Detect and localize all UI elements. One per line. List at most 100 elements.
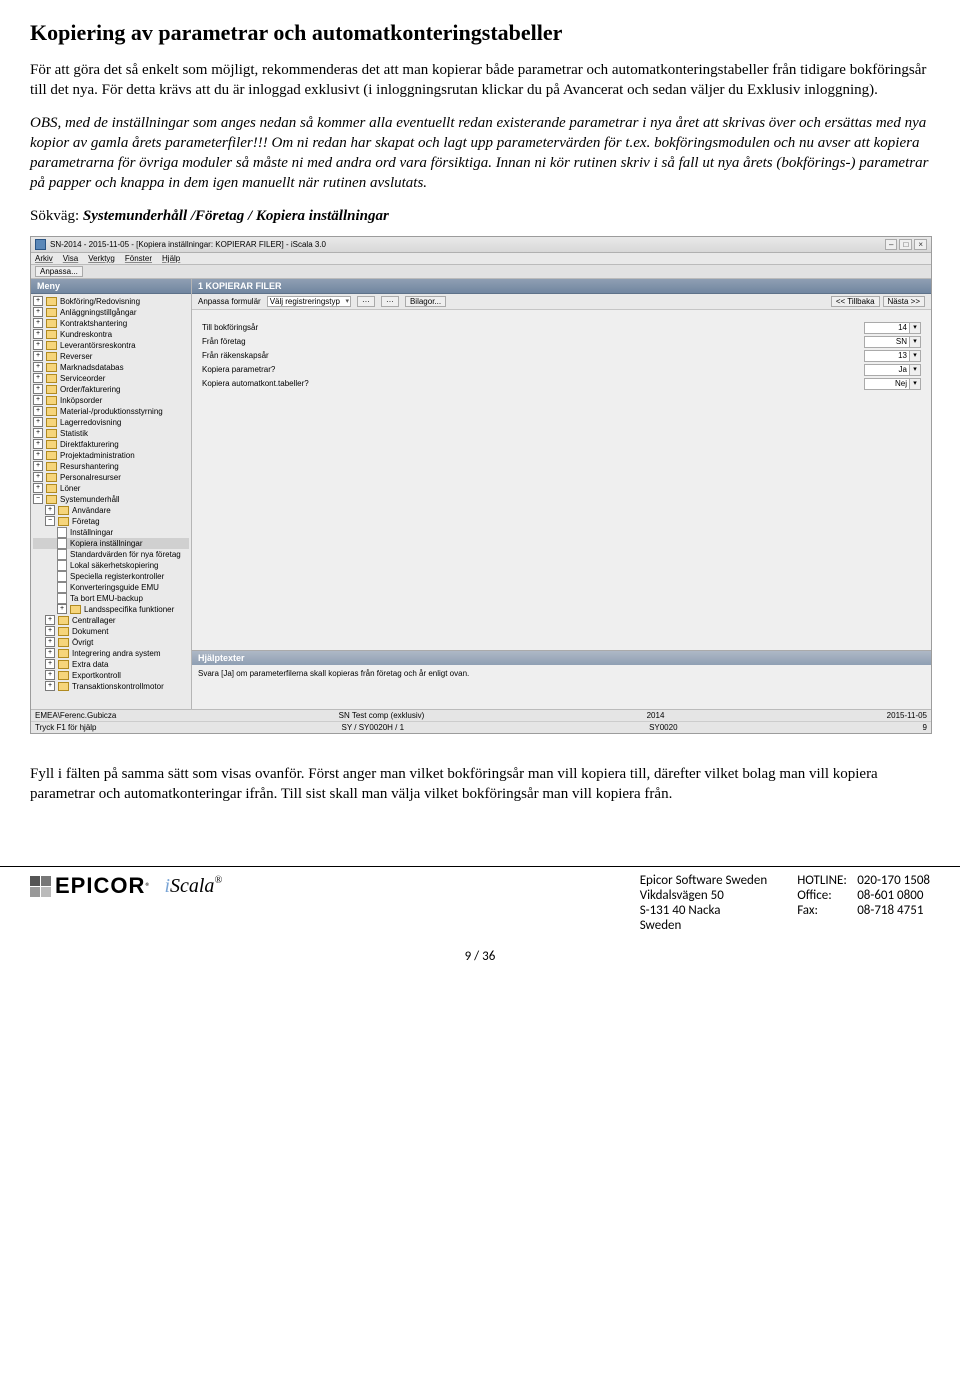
expand-icon[interactable]: + [33,439,43,449]
expand-icon[interactable]: + [33,318,43,328]
expand-icon[interactable]: + [45,505,55,515]
dropdown-icon[interactable]: ▾ [910,378,921,390]
menu-arkiv[interactable]: Arkiv [35,254,53,263]
expand-icon[interactable]: + [33,351,43,361]
form-row: Kopiera automatkont.tabeller?Nej▾ [202,378,921,390]
tree-node[interactable]: Speciella registerkontroller [33,571,189,582]
expand-icon[interactable]: + [33,307,43,317]
field-value[interactable]: SN [864,336,910,348]
maximize-button[interactable]: □ [899,239,912,250]
expand-icon[interactable]: + [33,406,43,416]
tree-node[interactable]: +Projektadministration [33,450,189,461]
expand-icon[interactable]: + [45,681,55,691]
tree-label: Ta bort EMU-backup [70,593,143,604]
tree-node[interactable]: +Inköpsorder [33,395,189,406]
tree-node[interactable]: +Anläggningstillgångar [33,307,189,318]
tree-node[interactable]: +Order/fakturering [33,384,189,395]
folder-icon [46,407,57,416]
expand-icon[interactable]: − [33,494,43,504]
expand-icon[interactable]: + [33,417,43,427]
tool-btn-2[interactable]: ··· [381,296,399,307]
tree-node[interactable]: − Företag [33,516,189,527]
dropdown-icon[interactable]: ▾ [910,364,921,376]
folder-icon [58,616,69,625]
customize-button[interactable]: Anpassa... [35,266,83,277]
field-value[interactable]: 14 [864,322,910,334]
tree-node[interactable]: +Centrallager [33,615,189,626]
close-button[interactable]: × [914,239,927,250]
tree-node[interactable]: +Bokföring/Redovisning [33,296,189,307]
menu-verktyg[interactable]: Verktyg [88,254,115,263]
expand-icon[interactable]: + [45,626,55,636]
epicor-logo-text: EPICOR [55,873,145,899]
expand-icon[interactable]: − [45,516,55,526]
tree-node[interactable]: − Systemunderhåll [33,494,189,505]
expand-icon[interactable]: + [33,296,43,306]
tree-node[interactable]: +Personalresurser [33,472,189,483]
tree-label: Företag [72,516,100,527]
tree-node[interactable]: Ta bort EMU-backup [33,593,189,604]
expand-icon[interactable]: + [33,483,43,493]
expand-icon[interactable]: + [45,648,55,658]
expand-icon[interactable]: + [33,373,43,383]
tree-node[interactable]: Kopiera inställningar [33,538,189,549]
tree-node[interactable]: +Transaktionskontrollmotor [33,681,189,692]
tree-node[interactable]: +Statistik [33,428,189,439]
dropdown-icon[interactable]: ▾ [910,322,921,334]
tree-node[interactable]: +Reverser [33,351,189,362]
tree-node[interactable]: +Dokument [33,626,189,637]
expand-icon[interactable]: + [33,384,43,394]
tree-label: Systemunderhåll [60,494,120,505]
tree-node[interactable]: +Exportkontroll [33,670,189,681]
minimize-button[interactable]: – [885,239,897,250]
expand-icon[interactable]: + [33,362,43,372]
registreringstyp-dropdown[interactable]: Välj registreringstyp [267,296,351,307]
status-code: SY0020 [649,723,677,732]
expand-icon[interactable]: + [45,670,55,680]
dropdown-icon[interactable]: ▾ [910,350,921,362]
field-value[interactable]: Ja [864,364,910,376]
tree-node[interactable]: Lokal säkerhetskopiering [33,560,189,571]
tool-btn-1[interactable]: ··· [357,296,375,307]
tree-node[interactable]: Inställningar [33,527,189,538]
app-window: SN-2014 - 2015-11-05 - [Kopiera inställn… [30,236,932,734]
expand-icon[interactable]: + [33,329,43,339]
tree-node[interactable]: Standardvärden för nya företag [33,549,189,560]
expand-icon[interactable]: + [45,659,55,669]
expand-icon[interactable]: + [33,450,43,460]
expand-icon[interactable]: + [33,395,43,405]
back-button[interactable]: << Tillbaka [831,296,880,307]
next-button[interactable]: Nästa >> [883,296,925,307]
expand-icon[interactable]: + [57,604,67,614]
tree-node[interactable]: +Löner [33,483,189,494]
expand-icon[interactable]: + [33,472,43,482]
menu-hjalp[interactable]: Hjälp [162,254,180,263]
field-value[interactable]: 13 [864,350,910,362]
tree-node[interactable]: +Direktfakturering [33,439,189,450]
tree-node[interactable]: +Användare [33,505,189,516]
tree-node[interactable]: +Landsspecifika funktioner [33,604,189,615]
dropdown-icon[interactable]: ▾ [910,336,921,348]
bilagor-button[interactable]: Bilagor... [405,296,446,307]
tree-node[interactable]: +Kundreskontra [33,329,189,340]
menu-fonster[interactable]: Fönster [125,254,152,263]
tree-node[interactable]: Konverteringsguide EMU [33,582,189,593]
tree-node[interactable]: +Resurshantering [33,461,189,472]
expand-icon[interactable]: + [33,461,43,471]
tree-node[interactable]: +Extra data [33,659,189,670]
tree-node[interactable]: +Lagerredovisning [33,417,189,428]
tree-node[interactable]: +Leverantörsreskontra [33,340,189,351]
tree-node[interactable]: +Marknadsdatabas [33,362,189,373]
tree-node[interactable]: + Övrigt [33,637,189,648]
field-value[interactable]: Nej [864,378,910,390]
menu-visa[interactable]: Visa [63,254,78,263]
expand-icon[interactable]: + [45,637,55,647]
tree-node[interactable]: +Kontraktshantering [33,318,189,329]
tree-node[interactable]: +Material-/produktionsstyrning [33,406,189,417]
tree-node[interactable]: +Integrering andra system [33,648,189,659]
expand-icon[interactable]: + [33,428,43,438]
expand-icon[interactable]: + [45,615,55,625]
tree-node[interactable]: +Serviceorder [33,373,189,384]
expand-icon[interactable]: + [33,340,43,350]
tree-label: Övrigt [72,637,93,648]
